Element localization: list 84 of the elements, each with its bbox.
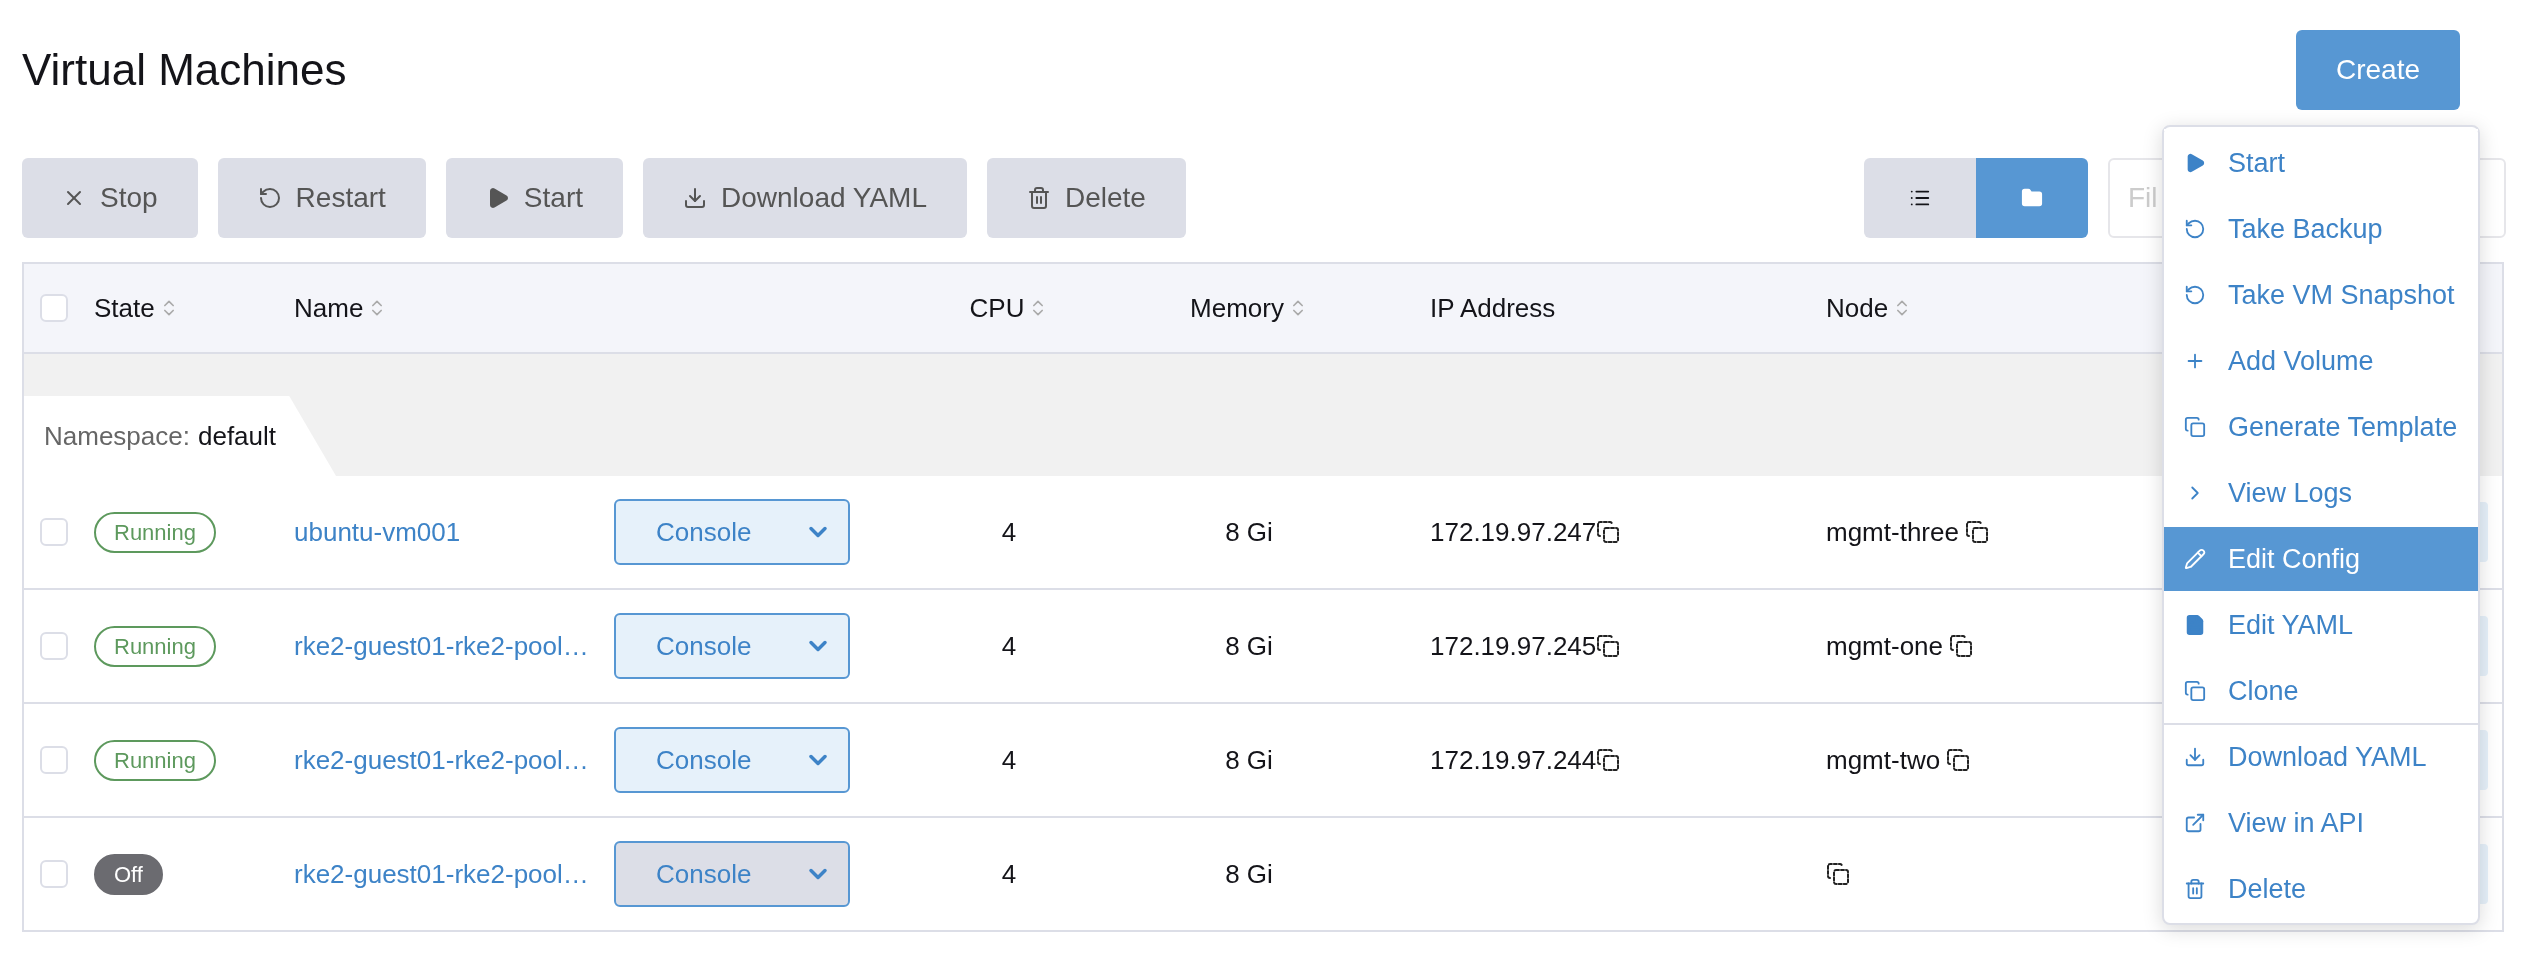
console-label: Console [656,743,752,777]
checkbox[interactable] [40,294,68,322]
column-header[interactable]: Memory [1190,288,1284,328]
checkbox[interactable] [40,632,68,660]
memory-cell-text: 8 Gi [1225,743,1273,777]
menu-item[interactable]: Delete [2164,857,2478,921]
create-button[interactable]: Create [2295,30,2460,110]
console-label: Console [656,629,752,663]
external-link-icon [2184,812,2206,834]
console-dropdown[interactable]: Console [614,727,850,793]
refresh-icon [2184,284,2206,306]
menu-item[interactable]: Take VM Snapshot [2164,263,2478,327]
vm-name-link[interactable]: rke2-guest01-rke2-pool… [294,626,614,666]
checkbox[interactable] [40,860,68,888]
menu-item[interactable]: Download YAML [2164,725,2478,789]
vm-name-link[interactable]: rke2-guest01-rke2-pool… [294,740,614,780]
view-toggle-button[interactable] [1864,158,1976,238]
checkbox[interactable] [40,746,68,774]
menu-item[interactable]: Add Volume [2164,329,2478,393]
node-cell-text: mgmt-one [1826,629,1944,663]
state-badge: Running [94,739,216,781]
cpu-cell-text: 4 [1001,629,1017,663]
node-cell-text: mgmt-two [1826,743,1941,777]
console-label: Console [656,515,752,549]
download-icon [2184,746,2206,768]
copy-icon [2184,680,2206,702]
vm-name-link[interactable]: ubuntu-vm001 [294,512,614,552]
copy-icon[interactable] [1949,634,1974,658]
console-dropdown[interactable]: Console [614,613,850,679]
group-value: default [197,419,277,453]
menu-item[interactable]: Edit Config [2164,527,2478,591]
memory-cell-text: 8 Gi [1225,629,1273,663]
ip-address-cell-text: 172.19.97.244 [1430,743,1597,777]
menu-item[interactable]: Generate Template [2164,395,2478,459]
menu-item[interactable]: Clone [2164,659,2478,723]
column-header[interactable]: CPU [969,288,1025,328]
refresh-icon [2184,218,2206,240]
state-badge: Running [94,625,216,667]
menu-item[interactable]: Start [2164,131,2478,195]
group-label: Namespace: [44,419,190,453]
menu-item[interactable]: Edit YAML [2164,593,2478,657]
cpu-cell-text: 4 [1001,743,1017,777]
trash-icon [2184,878,2206,900]
node-cell-text: mgmt-three [1826,515,1959,549]
copy-icon[interactable] [1826,862,1850,886]
pencil-icon [2184,548,2206,570]
folder-icon [2021,187,2043,209]
column-header[interactable]: Node [1826,288,1889,328]
ip-address-cell-text: 172.19.97.247 [1430,515,1597,549]
console-dropdown[interactable]: Console [614,841,850,907]
bulk-action-button[interactable]: Restart [217,158,426,238]
console-label: Console [656,857,752,891]
checkbox[interactable] [40,518,68,546]
copy-icon[interactable] [1596,748,1621,772]
copy-icon[interactable] [1596,634,1621,658]
memory-cell-text: 8 Gi [1225,857,1273,891]
column-header[interactable]: State [94,288,155,328]
copy-icon[interactable] [1964,520,1989,544]
bulk-action-button[interactable]: Delete [986,158,1186,238]
download-icon [683,186,707,210]
cpu-cell-text: 4 [1001,857,1017,891]
console-dropdown[interactable]: Console [614,499,850,565]
menu-item[interactable]: View Logs [2164,461,2478,525]
state-badge: Off [94,853,163,895]
bulk-action-button[interactable]: Download YAML [643,158,967,238]
menu-item[interactable]: Take Backup [2164,197,2478,261]
state-badge: Running [94,511,216,553]
view-toggle-button[interactable] [1976,158,2088,238]
menu-item[interactable]: View in API [2164,791,2478,855]
cpu-cell-text: 4 [1001,515,1017,549]
column-header[interactable]: Name [294,288,364,328]
bulk-action-button[interactable]: Start [445,158,623,238]
bulk-action-button[interactable]: Stop [22,158,198,238]
copy-icon [2184,416,2206,438]
vm-name-link[interactable]: rke2-guest01-rke2-pool… [294,854,614,894]
page-title: Virtual Machines [22,48,347,92]
column-header: IP Address [1430,291,1556,325]
memory-cell-text: 8 Gi [1225,515,1273,549]
copy-icon[interactable] [1946,748,1971,772]
refresh-icon [257,186,282,210]
file-icon [2184,614,2206,636]
trash-icon [1026,186,1051,210]
copy-icon[interactable] [1596,520,1621,544]
ip-address-cell-text: 172.19.97.245 [1430,629,1597,663]
